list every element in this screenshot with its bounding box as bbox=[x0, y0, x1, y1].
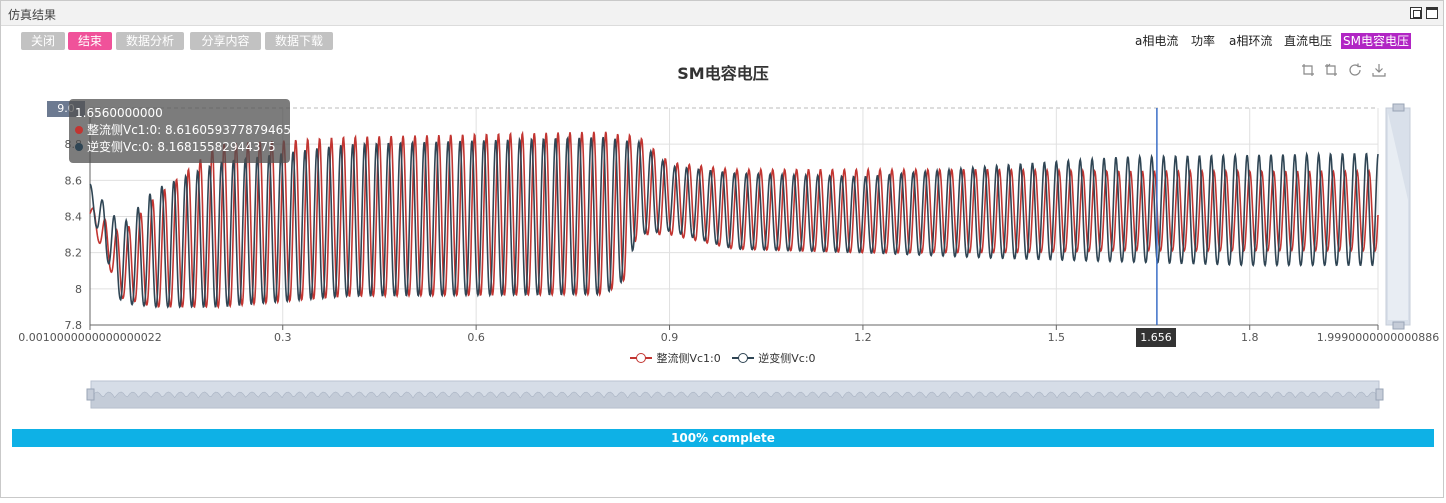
y-tick-label: 8.4 bbox=[65, 211, 83, 224]
vertical-slider-handle-top bbox=[1392, 103, 1405, 112]
datazoom-handle-right bbox=[1375, 388, 1384, 401]
tooltip-series2-text: 逆变侧Vc:0: 8.16815582944375 bbox=[87, 140, 276, 154]
x-tick-label: 0.9 bbox=[661, 331, 679, 344]
x-tick-label: 1.2 bbox=[854, 331, 872, 344]
legend-item-series2[interactable]: 逆变侧Vc:0 bbox=[732, 350, 816, 366]
x-axis-pointer-label: 1.656 bbox=[1136, 328, 1176, 347]
legend-item-series1[interactable]: 整流侧Vc1:0 bbox=[630, 350, 721, 366]
chart-tooltip: 1.6560000000 整流侧Vc1:0: 8.616059377879465… bbox=[69, 99, 291, 163]
tooltip-series1: 整流侧Vc1:0: 8.616059377879465 bbox=[75, 122, 291, 139]
x-tick-label: 1.8 bbox=[1241, 331, 1259, 344]
legend-label-series2: 逆变侧Vc:0 bbox=[758, 352, 816, 365]
vertical-slider-handle-bottom bbox=[1392, 321, 1405, 330]
legend-line-circle-icon bbox=[732, 352, 755, 364]
datazoom-handle-left bbox=[86, 388, 95, 401]
legend-line-circle-icon bbox=[630, 352, 653, 364]
tooltip-series2: 逆变侧Vc:0: 8.16815582944375 bbox=[75, 139, 284, 156]
progress-bar: 100% complete bbox=[12, 429, 1434, 447]
tooltip-x-value: 1.6560000000 bbox=[75, 106, 163, 120]
series1-dot-icon bbox=[75, 126, 83, 134]
x-tick-label: 1.9990000000000886 bbox=[1317, 331, 1439, 344]
x-tick-label: 0.6 bbox=[467, 331, 485, 344]
y-tick-label: 8 bbox=[75, 283, 82, 296]
x-tick-label: 1.5 bbox=[1048, 331, 1066, 344]
y-tick-label: 8.2 bbox=[65, 247, 83, 260]
right-zoom-slider bbox=[1385, 103, 1411, 330]
datazoom-slider bbox=[86, 380, 1384, 409]
y-tick-label: 8.6 bbox=[65, 174, 83, 187]
series2-dot-icon bbox=[75, 143, 83, 151]
legend-label-series1: 整流侧Vc1:0 bbox=[656, 352, 721, 365]
tooltip-series1-text: 整流侧Vc1:0: 8.616059377879465 bbox=[87, 123, 291, 137]
chart-legend: 整流侧Vc1:0 逆变侧Vc:0 bbox=[0, 350, 1446, 367]
x-tick-label: 0.0010000000000000022 bbox=[18, 331, 161, 344]
x-tick-label: 0.3 bbox=[274, 331, 292, 344]
